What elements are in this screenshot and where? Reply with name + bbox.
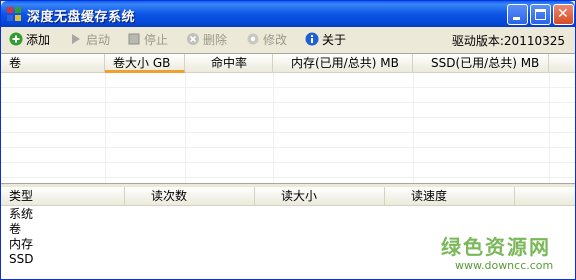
main-window: 深度无盘缓存系统 ✕ 添加 启动 停止 删除 修改 关于 驱动版本:201103… bbox=[0, 0, 576, 280]
grid-line bbox=[1, 117, 575, 118]
window-title: 深度无盘缓存系统 bbox=[27, 10, 136, 25]
stats-list-header: 类型 读次数 读大小 读速度 bbox=[1, 187, 575, 206]
list-item[interactable]: 卷 bbox=[9, 222, 21, 237]
delete-icon bbox=[187, 33, 199, 45]
minimize-icon bbox=[513, 17, 520, 20]
about-button[interactable]: 关于 bbox=[305, 30, 346, 48]
column-volume-size[interactable]: 卷大小 GB bbox=[105, 54, 185, 73]
close-icon: ✕ bbox=[557, 6, 569, 22]
gear-icon bbox=[247, 33, 259, 45]
modify-button[interactable]: 修改 bbox=[246, 30, 287, 48]
grid-line bbox=[105, 73, 106, 184]
column-read-size[interactable]: 读大小 bbox=[255, 187, 385, 206]
grid-line bbox=[1, 102, 575, 103]
list-item[interactable]: 内存 bbox=[9, 237, 33, 252]
app-icon bbox=[7, 7, 21, 21]
grid-line bbox=[1, 177, 575, 178]
about-label: 关于 bbox=[322, 32, 347, 47]
column-memory[interactable]: 内存(已用/总共) MB bbox=[273, 54, 413, 73]
column-volume[interactable]: 卷 bbox=[1, 54, 105, 73]
title-bar[interactable]: 深度无盘缓存系统 ✕ bbox=[1, 1, 575, 27]
grid-line bbox=[273, 73, 274, 184]
column-type[interactable]: 类型 bbox=[1, 187, 125, 206]
column-read-count[interactable]: 读次数 bbox=[125, 187, 255, 206]
grid-line bbox=[549, 73, 550, 184]
add-button[interactable]: 添加 bbox=[9, 30, 50, 48]
watermark-url: www.downcc.com bbox=[455, 259, 554, 272]
volume-list-header: 卷 卷大小 GB 命中率 内存(已用/总共) MB SSD(已用/总共) MB bbox=[1, 54, 575, 73]
grid-line bbox=[1, 147, 575, 148]
column-ssd[interactable]: SSD(已用/总共) MB bbox=[413, 54, 549, 73]
delete-label: 删除 bbox=[203, 32, 228, 47]
grid-line bbox=[1, 132, 575, 133]
maximize-icon bbox=[535, 9, 546, 20]
info-icon bbox=[305, 32, 319, 46]
minimize-button[interactable] bbox=[507, 4, 528, 25]
stop-button[interactable]: 停止 bbox=[127, 30, 168, 48]
close-button[interactable]: ✕ bbox=[553, 4, 574, 25]
start-label: 启动 bbox=[86, 32, 111, 47]
column-hit-rate[interactable]: 命中率 bbox=[185, 54, 273, 73]
add-icon bbox=[9, 32, 23, 46]
add-label: 添加 bbox=[26, 32, 51, 47]
stop-label: 停止 bbox=[144, 32, 169, 47]
toolbar: 添加 启动 停止 删除 修改 关于 驱动版本:20110325 bbox=[1, 27, 575, 51]
delete-button[interactable]: 删除 bbox=[186, 30, 227, 48]
list-item[interactable]: 系统 bbox=[9, 207, 33, 222]
start-button[interactable]: 启动 bbox=[69, 30, 110, 48]
stop-icon bbox=[128, 33, 140, 45]
grid-line bbox=[1, 87, 575, 88]
column-read-speed[interactable]: 读速度 bbox=[385, 187, 515, 206]
volume-list[interactable]: 卷 卷大小 GB 命中率 内存(已用/总共) MB SSD(已用/总共) MB bbox=[1, 53, 575, 184]
list-item[interactable]: SSD bbox=[9, 252, 33, 267]
watermark: 绿色资源网 www.downcc.com bbox=[441, 231, 571, 279]
grid-line bbox=[1, 162, 575, 163]
grid-line bbox=[185, 73, 186, 184]
grid-line bbox=[413, 73, 414, 184]
driver-version: 驱动版本:20110325 bbox=[451, 34, 565, 48]
play-icon bbox=[72, 34, 80, 44]
volume-grid bbox=[1, 73, 575, 184]
maximize-button[interactable] bbox=[530, 4, 551, 25]
modify-label: 修改 bbox=[263, 32, 288, 47]
watermark-text: 绿色资源网 bbox=[441, 235, 551, 259]
